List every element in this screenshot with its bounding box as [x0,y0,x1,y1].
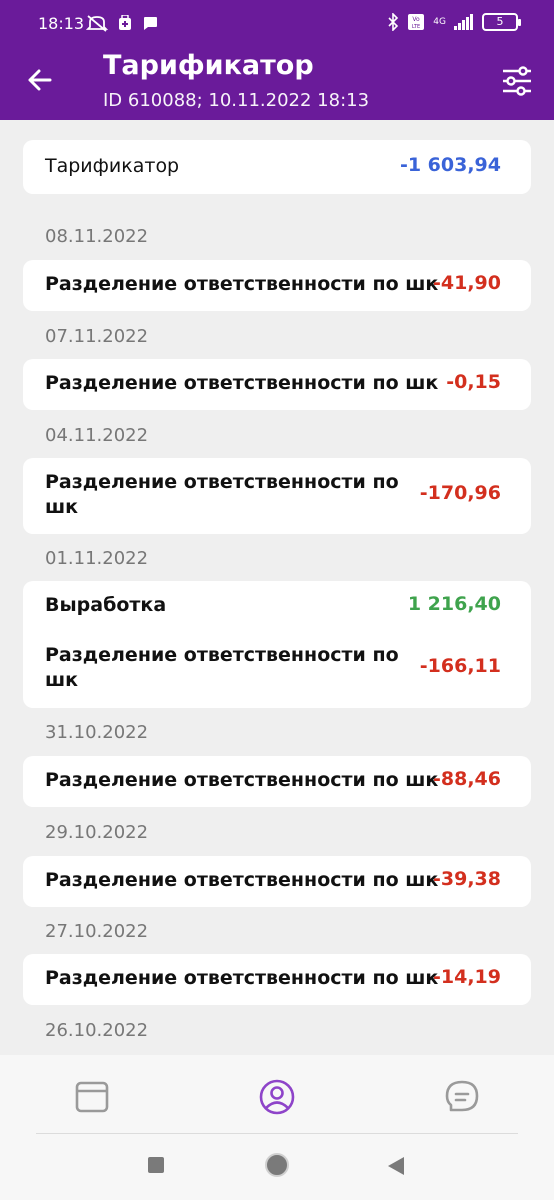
transaction-amount: -14,19 [433,966,501,988]
battery-icon: 5 [482,13,521,31]
transaction-card[interactable]: Разделение ответственности по шк -14,19 [23,954,531,1005]
transaction-row[interactable]: Разделение ответственности по шк -166,11 [23,631,531,708]
bluetooth-icon [388,13,399,31]
transactions-list: Тарификатор -1 603,94 08.11.2022 Разделе… [0,120,554,1055]
message-icon [144,17,157,30]
nav-divider [36,1133,518,1134]
date-header: 01.11.2022 [45,548,149,569]
date-header: 29.10.2022 [45,822,149,843]
back-triangle-icon[interactable] [386,1155,406,1177]
filter-icon[interactable] [500,64,534,98]
svg-text:Vo: Vo [413,16,421,23]
transaction-amount: -166,11 [419,655,501,677]
transaction-row[interactable]: Выработка 1 216,40 [23,581,531,631]
home-circle-icon[interactable] [263,1151,291,1179]
transaction-label: Разделение ответственности по шк [45,372,439,394]
date-header: 26.10.2022 [45,1020,149,1041]
transaction-amount: -0,15 [446,371,501,393]
back-arrow-icon[interactable] [24,64,56,96]
transaction-label: Разделение ответственности по шк [45,869,439,891]
recents-square-icon[interactable] [146,1155,166,1175]
transaction-card-group: Выработка 1 216,40 Разделение ответствен… [23,581,531,708]
status-time: 18:13 [38,14,85,33]
transaction-amount: -88,46 [433,768,501,790]
date-header: 08.11.2022 [45,226,149,247]
transaction-label: Разделение ответственности по шк [45,769,439,791]
transaction-label: Выработка [45,594,167,616]
transaction-amount: -170,96 [419,482,501,504]
medical-kit-icon [119,15,131,30]
summary-label: Тарификатор [45,155,180,177]
transaction-label: Разделение ответственности по шк [45,644,399,691]
wallet-icon[interactable] [72,1077,112,1117]
signal-icon [454,14,473,30]
volte-icon: VoLTE [408,14,425,30]
transaction-label: Разделение ответственности по шк [45,273,439,295]
transaction-label: Разделение ответственности по шк [45,967,439,989]
date-header: 31.10.2022 [45,722,149,743]
transaction-amount: -39,38 [433,868,501,890]
date-header: 27.10.2022 [45,921,149,942]
transaction-label: Разделение ответственности по шк [45,471,399,518]
transaction-card[interactable]: Разделение ответственности по шк -170,96 [23,458,531,534]
network-type: 4G [433,17,446,27]
date-header: 04.11.2022 [45,425,149,446]
mute-icon [86,15,108,32]
bottom-navigation [0,1055,554,1200]
transaction-amount: -41,90 [433,272,501,294]
transaction-card[interactable]: Разделение ответственности по шк -41,90 [23,260,531,311]
svg-text:LTE: LTE [412,24,420,30]
status-bar: 18:13 Vo LTE 4G 5 [0,0,554,48]
transaction-card[interactable]: Разделение ответственности по шк -0,15 [23,359,531,410]
transaction-card[interactable]: Разделение ответственности по шк -88,46 [23,756,531,807]
transaction-card[interactable]: Разделение ответственности по шк -39,38 [23,856,531,907]
chat-icon[interactable] [442,1077,482,1117]
app-bar: Тарификатор ID 610088; 10.11.2022 18:13 [0,48,554,120]
profile-icon[interactable] [257,1077,297,1117]
page-title: Тарификатор [103,50,314,81]
page-subtitle: ID 610088; 10.11.2022 18:13 [103,90,370,111]
date-header: 07.11.2022 [45,326,149,347]
summary-value: -1 603,94 [399,154,501,176]
summary-card: Тарификатор -1 603,94 [23,140,531,194]
transaction-amount: 1 216,40 [407,593,501,615]
